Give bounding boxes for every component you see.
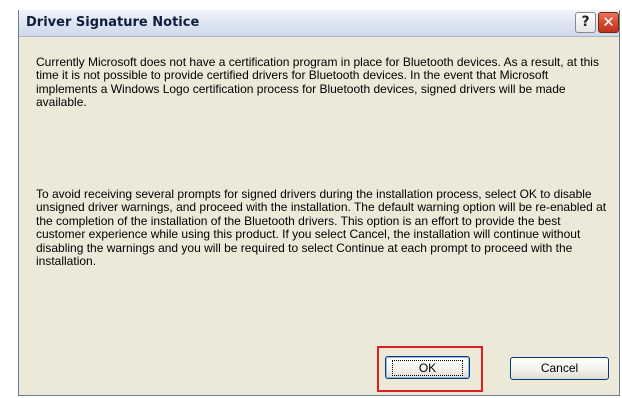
- dialog-content: Currently Microsoft does not have a cert…: [19, 37, 619, 396]
- help-icon: ?: [581, 14, 590, 30]
- notice-paragraph-1: Currently Microsoft does not have a cert…: [36, 55, 599, 110]
- help-button[interactable]: ?: [575, 12, 596, 33]
- driver-signature-dialog: Driver Signature Notice ? ✕ Currently Mi…: [18, 10, 620, 396]
- dialog-titlebar[interactable]: Driver Signature Notice ? ✕: [19, 10, 619, 37]
- close-button[interactable]: ✕: [598, 12, 619, 33]
- dialog-title: Driver Signature Notice: [26, 15, 200, 30]
- ok-button-label: OK: [391, 360, 464, 376]
- cancel-button[interactable]: Cancel: [510, 357, 609, 380]
- cancel-button-label: Cancel: [540, 361, 579, 375]
- close-icon: ✕: [602, 13, 615, 31]
- ok-button[interactable]: OK: [385, 356, 470, 379]
- notice-paragraph-2: To avoid receiving several prompts for s…: [36, 187, 607, 269]
